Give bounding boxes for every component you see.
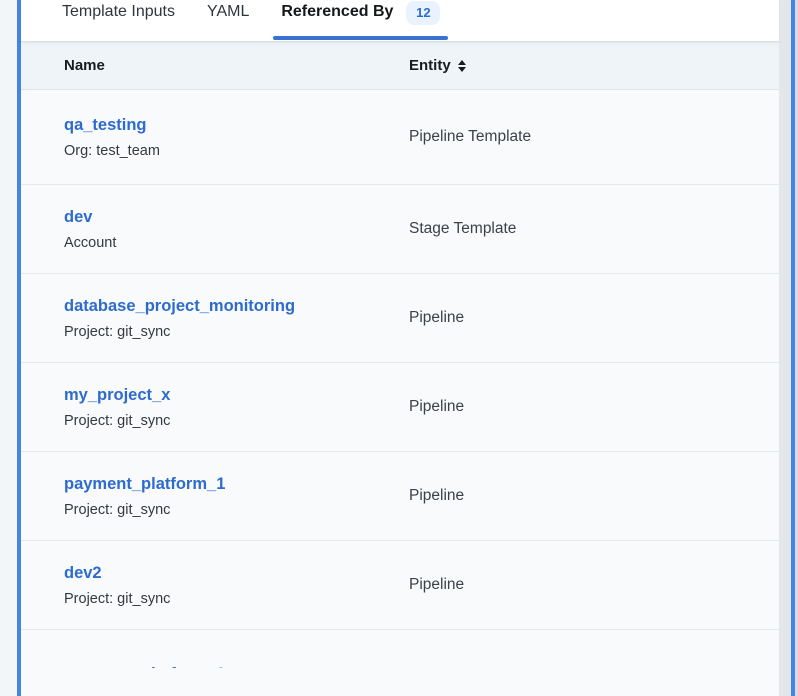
- reference-name-link[interactable]: payment_platform_3: [64, 664, 225, 668]
- reference-name-link[interactable]: qa_testing: [64, 115, 147, 135]
- column-header-name: Name: [64, 57, 409, 74]
- reference-name-link[interactable]: database_project_monitoring: [64, 296, 295, 316]
- tab-yaml[interactable]: YAML: [199, 0, 257, 41]
- reference-scope-label: Project: git_sync: [64, 323, 409, 341]
- sort-icon: [458, 60, 466, 72]
- reference-name-cell: payment_platform_1 Project: git_sync: [64, 474, 409, 519]
- referenced-by-count-badge: 12: [406, 1, 440, 25]
- entity-type-label: Pipeline: [409, 576, 464, 594]
- table-row[interactable]: payment_platform_3: [21, 630, 779, 668]
- reference-name-cell: my_project_x Project: git_sync: [64, 385, 409, 430]
- table-row[interactable]: my_project_x Project: git_sync Pipeline: [21, 363, 779, 452]
- table-row[interactable]: dev Account Stage Template: [21, 185, 779, 274]
- reference-name-link[interactable]: dev2: [64, 563, 102, 583]
- template-details-panel: Template Inputs YAML Referenced By 12 Na…: [0, 0, 798, 696]
- reference-name-cell: database_project_monitoring Project: git…: [64, 296, 409, 341]
- entity-type-label: Pipeline: [409, 487, 464, 505]
- reference-scope-label: Project: git_sync: [64, 412, 409, 430]
- tab-referenced-by[interactable]: Referenced By 12: [273, 0, 448, 41]
- reference-name-link[interactable]: dev: [64, 207, 92, 227]
- column-header-entity-label: Entity: [409, 57, 451, 74]
- tab-label: Template Inputs: [62, 2, 175, 22]
- table-row[interactable]: database_project_monitoring Project: git…: [21, 274, 779, 363]
- reference-name-cell: dev Account: [64, 207, 409, 252]
- tab-template-inputs[interactable]: Template Inputs: [54, 0, 183, 41]
- table-row[interactable]: payment_platform_1 Project: git_sync Pip…: [21, 452, 779, 541]
- reference-scope-label: Project: git_sync: [64, 590, 409, 608]
- table-body: qa_testing Org: test_team Pipeline Templ…: [21, 90, 779, 668]
- entity-type-label: Stage Template: [409, 220, 516, 238]
- entity-type-label: Pipeline Template: [409, 128, 531, 146]
- scrollbar-track[interactable]: [779, 0, 791, 696]
- reference-name-cell: qa_testing Org: test_team: [64, 115, 409, 160]
- page-background-left: [0, 0, 17, 696]
- column-header-entity[interactable]: Entity: [409, 57, 466, 74]
- reference-scope-label: Org: test_team: [64, 142, 409, 160]
- table-row[interactable]: dev2 Project: git_sync Pipeline: [21, 541, 779, 630]
- reference-name-link[interactable]: payment_platform_1: [64, 474, 225, 494]
- tab-bar: Template Inputs YAML Referenced By 12: [21, 0, 779, 42]
- reference-scope-label: Project: git_sync: [64, 501, 409, 519]
- tab-label: Referenced By: [281, 2, 393, 22]
- table-row[interactable]: qa_testing Org: test_team Pipeline Templ…: [21, 90, 779, 185]
- tab-label: YAML: [207, 2, 249, 22]
- table-header: Name Entity: [21, 42, 779, 90]
- reference-name-cell: dev2 Project: git_sync: [64, 563, 409, 608]
- reference-name-cell: payment_platform_3: [64, 664, 409, 668]
- entity-type-label: Pipeline: [409, 309, 464, 327]
- panel-content: Template Inputs YAML Referenced By 12 Na…: [21, 0, 779, 696]
- referenced-by-table: Name Entity qa_testing Org: test_team Pi…: [21, 42, 779, 696]
- entity-type-label: Pipeline: [409, 398, 464, 416]
- reference-name-link[interactable]: my_project_x: [64, 385, 170, 405]
- reference-scope-label: Account: [64, 234, 409, 252]
